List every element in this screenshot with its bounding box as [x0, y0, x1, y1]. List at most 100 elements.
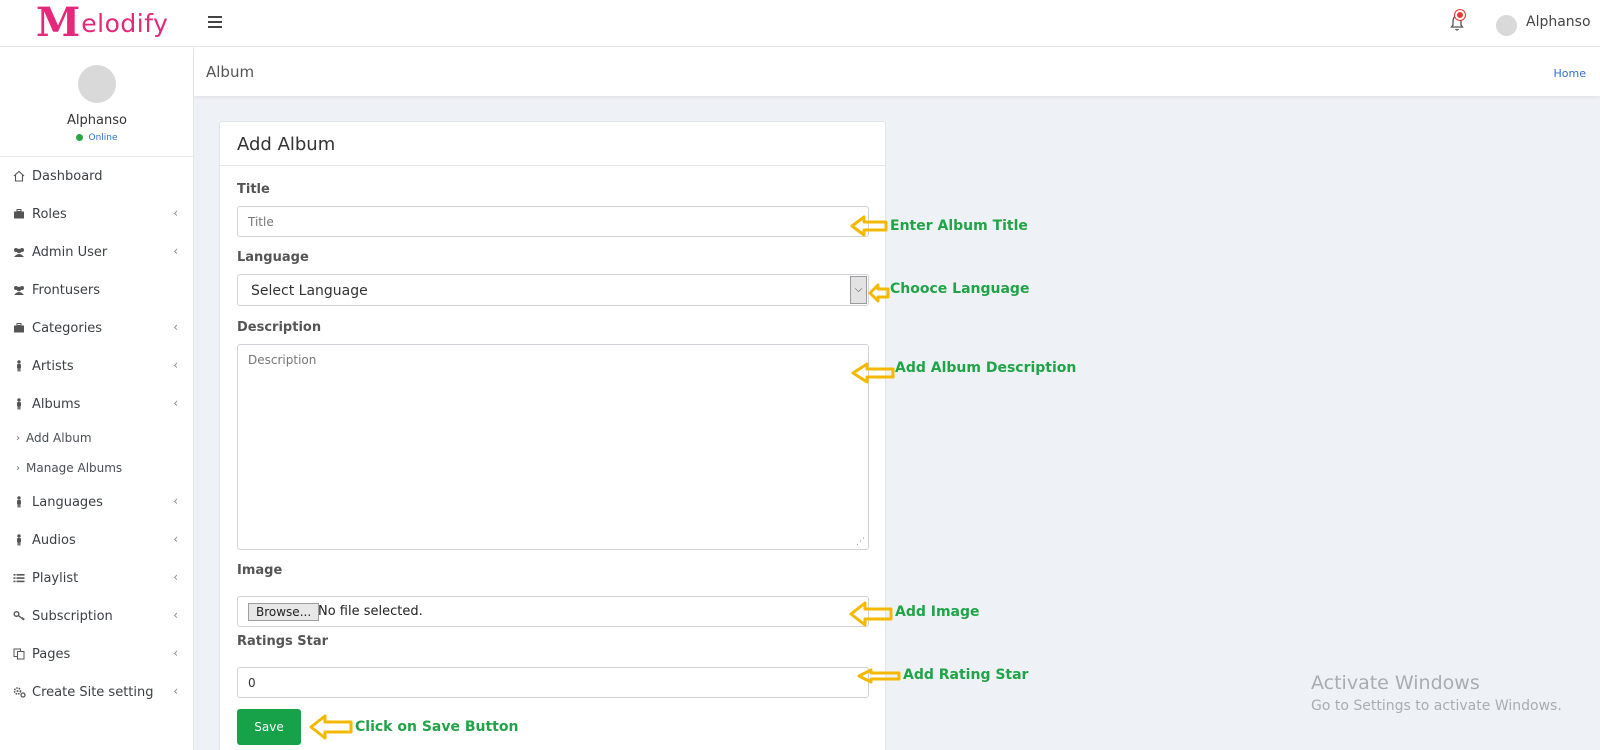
sidebar-item-albums[interactable]: Albums ‹ [0, 385, 194, 423]
briefcase-icon [12, 207, 26, 221]
briefcase-icon [12, 321, 26, 335]
key-icon [12, 609, 26, 623]
description-textarea[interactable]: Description ⋰ [237, 344, 869, 550]
sidebar-item-label: Roles [32, 206, 67, 222]
sidebar-item-frontusers[interactable]: Frontusers [0, 271, 194, 309]
chevron-left-icon: ‹ [173, 244, 178, 258]
sidebar-item-label: Playlist [32, 570, 79, 586]
sidebar-item-languages[interactable]: Languages ‹ [0, 483, 194, 521]
title-label: Title [237, 182, 270, 197]
sidebar-item-label: Artists [32, 358, 74, 374]
annotation-description: Add Album Description [895, 360, 1077, 376]
gears-icon [12, 685, 26, 699]
sidebar-item-label: Dashboard [32, 168, 103, 184]
activate-windows-watermark: Activate Windows Go to Settings to activ… [1311, 672, 1562, 714]
profile-status: Online [0, 133, 194, 143]
notification-badge [1455, 10, 1465, 20]
sidebar-nav: Dashboard Roles ‹ Admin User ‹ Frontuser… [0, 157, 194, 711]
sidebar-item-dashboard[interactable]: Dashboard [0, 157, 194, 195]
copy-icon [12, 647, 26, 661]
profile-avatar [78, 65, 116, 103]
sidebar-item-label: Categories [32, 320, 103, 336]
browse-button[interactable]: Browse... [248, 603, 320, 621]
user-name[interactable]: Alphanso [1526, 14, 1591, 30]
sidebar-item-label: Albums [32, 396, 81, 412]
sidebar-item-roles[interactable]: Roles ‹ [0, 195, 194, 233]
no-file-text: No file selected. [318, 604, 423, 619]
person-icon [12, 533, 26, 547]
sidebar-item-categories[interactable]: Categories ‹ [0, 309, 194, 347]
sidebar-item-label: Languages [32, 494, 103, 510]
language-select[interactable]: Select Language ⌵ [237, 274, 869, 306]
sidebar-item-label: Create Site setting [32, 684, 154, 700]
person-icon [12, 359, 26, 373]
annotation-arrow-icon [849, 601, 893, 627]
home-icon [12, 169, 26, 183]
annotation-arrow-icon [309, 714, 353, 740]
card-title: Add Album [220, 122, 885, 166]
chevron-left-icon: ‹ [173, 646, 178, 660]
top-header: Melodify Alphanso [0, 0, 1600, 47]
sidebar-item-admin-user[interactable]: Admin User ‹ [0, 233, 194, 271]
chevron-left-icon: ‹ [173, 532, 178, 546]
description-label: Description [237, 320, 322, 335]
watermark-line2: Go to Settings to activate Windows. [1311, 698, 1562, 714]
annotation-title: Enter Album Title [890, 218, 1028, 234]
chevron-left-icon: ‹ [173, 206, 178, 220]
users-icon [12, 245, 26, 259]
save-button[interactable]: Save [237, 709, 301, 745]
person-icon [12, 495, 26, 509]
annotation-rating: Add Rating Star [903, 667, 1029, 683]
hamburger-menu-icon[interactable] [208, 13, 222, 31]
chevron-left-icon: ‹ [173, 494, 178, 508]
users-icon [12, 283, 26, 297]
status-text: Online [88, 133, 118, 143]
chevron-left-icon: ‹ [173, 396, 178, 410]
sidebar-item-label: Subscription [32, 608, 113, 624]
sidebar-item-artists[interactable]: Artists ‹ [0, 347, 194, 385]
chevron-left-icon: ‹ [173, 570, 178, 584]
sidebar-item-subscription[interactable]: Subscription ‹ [0, 597, 194, 635]
ratings-input[interactable]: 0 [237, 667, 869, 698]
title-input[interactable]: Title [237, 206, 869, 237]
online-dot-icon [76, 134, 84, 141]
logo-initial: M [36, 0, 81, 46]
sidebar-item-pages[interactable]: Pages ‹ [0, 635, 194, 673]
chevron-left-icon: ‹ [173, 608, 178, 622]
chevron-left-icon: ‹ [173, 358, 178, 372]
sidebar-item-audios[interactable]: Audios ‹ [0, 521, 194, 559]
language-select-value: Select Language [251, 283, 368, 299]
sidebar-item-create-site-setting[interactable]: Create Site setting ‹ [0, 673, 194, 711]
sidebar-subitem-add-album[interactable]: › Add Album [0, 423, 194, 453]
sidebar-subitem-label: Add Album [26, 431, 92, 445]
breadcrumb-home[interactable]: Home [1554, 67, 1586, 80]
sidebar-profile: Alphanso Online [0, 47, 193, 157]
profile-name: Alphanso [67, 113, 127, 128]
chevron-left-icon: ‹ [173, 320, 178, 334]
image-label: Image [237, 563, 283, 578]
chevron-right-icon: › [16, 462, 20, 474]
list-icon [12, 571, 26, 585]
sidebar-item-label: Audios [32, 532, 76, 548]
language-label: Language [237, 250, 309, 265]
logo-text: elodify [81, 8, 169, 38]
description-placeholder: Description [248, 353, 317, 367]
ratings-label: Ratings Star [237, 634, 329, 649]
sidebar-subitem-label: Manage Albums [26, 461, 123, 475]
chevron-right-icon: › [16, 432, 20, 444]
annotation-arrow-icon [857, 668, 901, 684]
chevron-left-icon: ‹ [173, 684, 178, 698]
add-album-card: Add Album Title Title Language Select La… [219, 121, 886, 750]
chevron-down-icon[interactable]: ⌵ [850, 276, 867, 304]
image-file-input[interactable]: Browse... No file selected. [237, 596, 869, 627]
resize-grip-icon[interactable]: ⋰ [856, 537, 866, 547]
annotation-arrow-icon [850, 215, 888, 237]
user-avatar[interactable] [1496, 15, 1517, 36]
sidebar-item-label: Pages [32, 646, 71, 662]
sidebar-subitem-manage-albums[interactable]: › Manage Albums [0, 453, 194, 483]
melodify-logo[interactable]: Melodify [36, 2, 168, 44]
sidebar-item-label: Admin User [32, 244, 108, 260]
watermark-line1: Activate Windows [1311, 672, 1480, 694]
sidebar: Alphanso Online Dashboard Roles ‹ Admin … [0, 47, 194, 750]
sidebar-item-playlist[interactable]: Playlist ‹ [0, 559, 194, 597]
